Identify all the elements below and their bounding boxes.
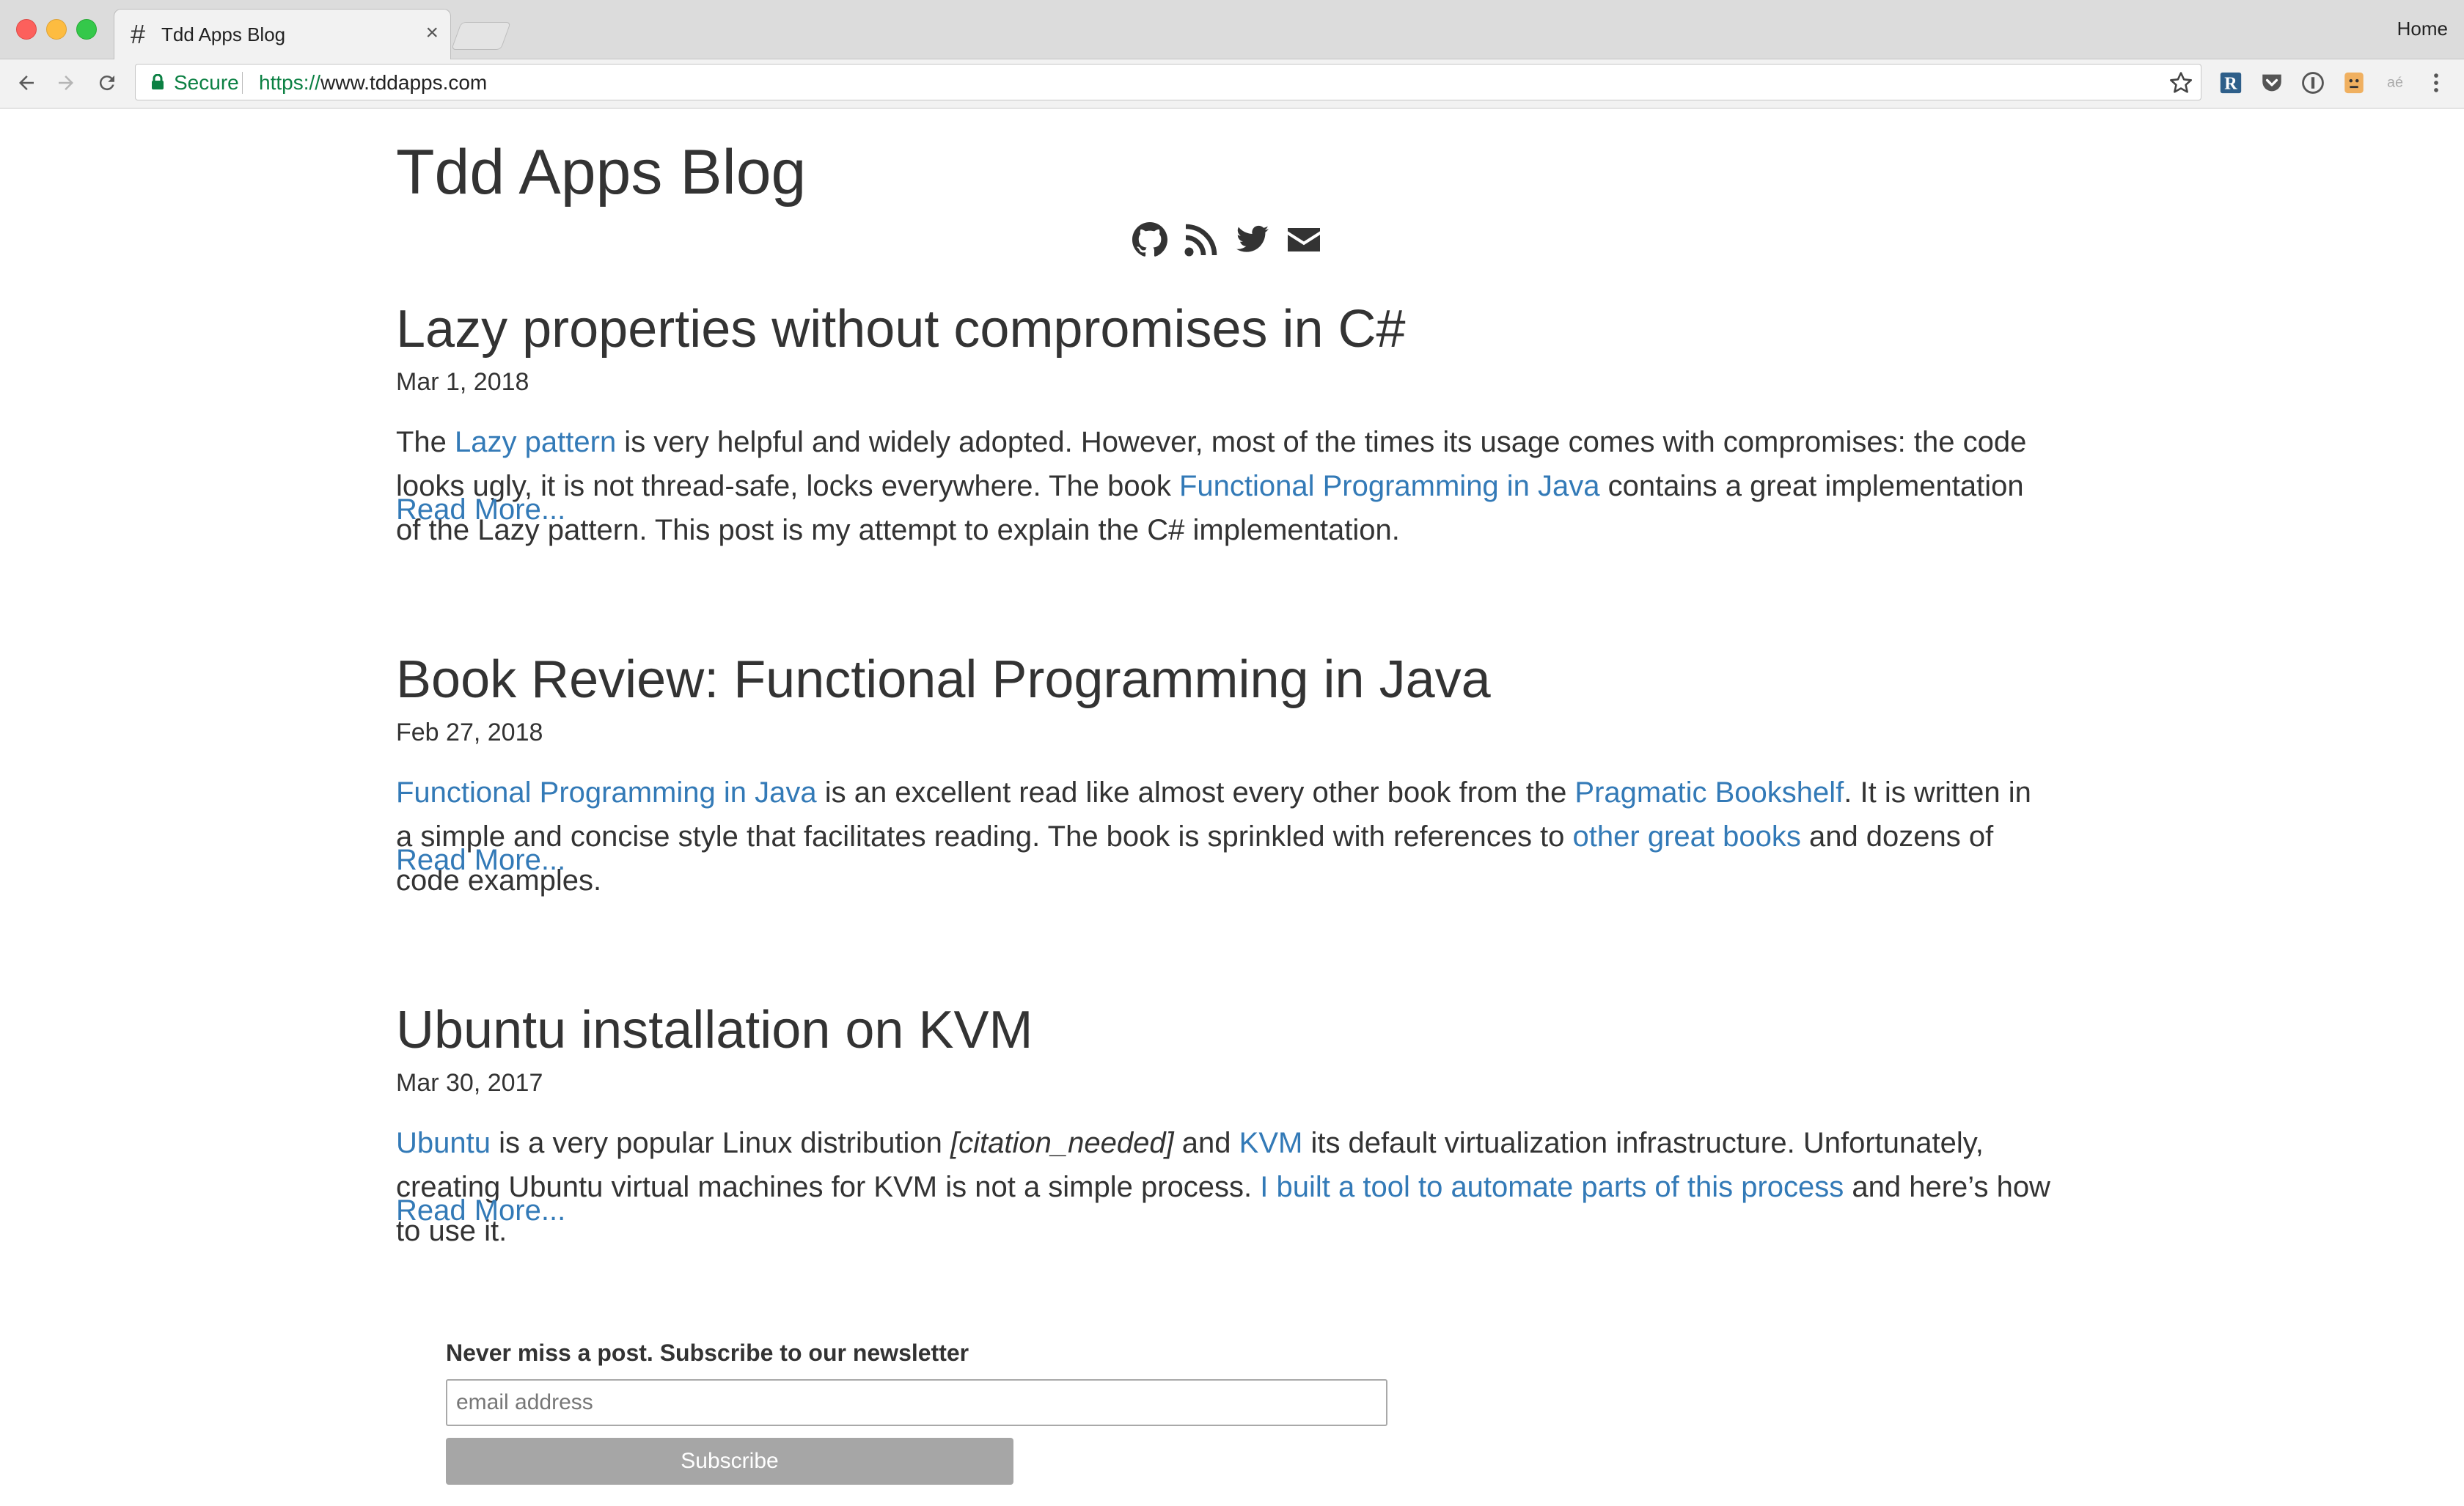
post-date: Mar 1, 2018	[396, 368, 529, 396]
hash-favicon-icon: #	[131, 19, 146, 49]
svg-text:aé: aé	[2387, 75, 2403, 91]
post-excerpt: Ubuntu is a very popular Linux distribut…	[396, 1121, 2053, 1253]
email-link[interactable]	[1286, 222, 1321, 257]
bookmark-star-icon[interactable]	[2168, 70, 2193, 95]
excerpt-text: and	[1173, 1127, 1239, 1159]
excerpt-link[interactable]: Functional Programming in Java	[396, 776, 817, 809]
email-icon	[1288, 228, 1320, 251]
reload-button[interactable]	[91, 67, 123, 99]
back-button[interactable]	[10, 67, 43, 99]
text-extension-icon[interactable]: aé	[2382, 70, 2408, 96]
browser-tab-active[interactable]: # Tdd Apps Blog ×	[114, 9, 451, 59]
social-links	[1132, 222, 1321, 257]
r-extension-icon[interactable]: R	[2218, 70, 2244, 96]
excerpt-link[interactable]: Functional Programming in Java	[1179, 470, 1600, 502]
excerpt-text: is an excellent read like almost every o…	[816, 776, 1575, 809]
tab-close-icon[interactable]: ×	[425, 21, 439, 45]
post-title[interactable]: Ubuntu installation on KVM	[396, 999, 1033, 1061]
reload-icon	[99, 76, 114, 91]
tab-title: Tdd Apps Blog	[161, 23, 286, 45]
read-more-link[interactable]: Read More...	[396, 1193, 565, 1228]
excerpt-link[interactable]: Pragmatic Bookshelf	[1574, 776, 1844, 809]
excerpt-italic-text: [citation_needed]	[950, 1127, 1174, 1159]
face-extension-icon[interactable]	[2341, 70, 2367, 96]
password-manager-icon[interactable]	[2300, 70, 2326, 96]
read-more-link[interactable]: Read More...	[396, 492, 565, 527]
browser-menu-icon[interactable]	[2423, 70, 2449, 96]
pocket-icon[interactable]	[2259, 70, 2285, 96]
rss-link[interactable]	[1184, 222, 1219, 257]
twitter-icon	[1236, 225, 1269, 252]
read-more-link[interactable]: Read More...	[396, 842, 565, 878]
arrow-left-icon	[19, 76, 34, 90]
arrow-right-icon	[59, 76, 73, 90]
window-close-button[interactable]	[16, 19, 37, 40]
new-tab-button[interactable]	[451, 22, 511, 50]
email-input[interactable]	[446, 1379, 1387, 1426]
post-excerpt: The Lazy pattern is very helpful and wid…	[396, 420, 2053, 552]
excerpt-link[interactable]: I built a tool to automate parts of this…	[1260, 1171, 1844, 1203]
github-icon	[1132, 222, 1167, 257]
lock-icon	[152, 74, 164, 89]
url-scheme: https://	[259, 71, 321, 94]
secure-label: Secure	[174, 71, 239, 94]
post-excerpt: Functional Programming in Java is an exc…	[396, 771, 2053, 903]
post-date: Feb 27, 2018	[396, 719, 543, 746]
rss-icon	[1184, 224, 1217, 257]
excerpt-link[interactable]: Ubuntu	[396, 1127, 491, 1159]
url-host: www.tddapps.com	[320, 71, 488, 94]
window-zoom-button[interactable]	[76, 19, 97, 40]
excerpt-link[interactable]: other great books	[1573, 820, 1801, 853]
post-title[interactable]: Lazy properties without compromises in C…	[396, 298, 1406, 360]
url-text: https://www.tddapps.com	[259, 71, 487, 95]
blog-title[interactable]: Tdd Apps Blog	[396, 136, 806, 209]
github-link[interactable]	[1132, 222, 1167, 257]
svg-text:R: R	[2224, 75, 2237, 94]
browser-toolbar: Secure https://www.tddapps.com R aé	[0, 59, 2464, 109]
forward-button[interactable]	[50, 67, 82, 99]
excerpt-link[interactable]: Lazy pattern	[455, 426, 616, 458]
subscribe-button[interactable]: Subscribe	[446, 1438, 1013, 1485]
post-title[interactable]: Book Review: Functional Programming in J…	[396, 649, 1491, 710]
excerpt-text: is a very popular Linux distribution	[490, 1127, 950, 1159]
post-date: Mar 30, 2017	[396, 1069, 543, 1097]
excerpt-text: The	[396, 426, 455, 458]
address-divider	[242, 72, 243, 94]
newsletter-heading: Never miss a post. Subscribe to our news…	[446, 1340, 969, 1366]
twitter-link[interactable]	[1235, 222, 1270, 257]
address-bar[interactable]: Secure https://www.tddapps.com	[135, 64, 2201, 100]
browser-tab-strip: # Tdd Apps Blog × Home	[0, 0, 2464, 59]
excerpt-link[interactable]: KVM	[1239, 1127, 1303, 1159]
profile-button[interactable]: Home	[2397, 16, 2448, 41]
window-minimize-button[interactable]	[46, 19, 67, 40]
